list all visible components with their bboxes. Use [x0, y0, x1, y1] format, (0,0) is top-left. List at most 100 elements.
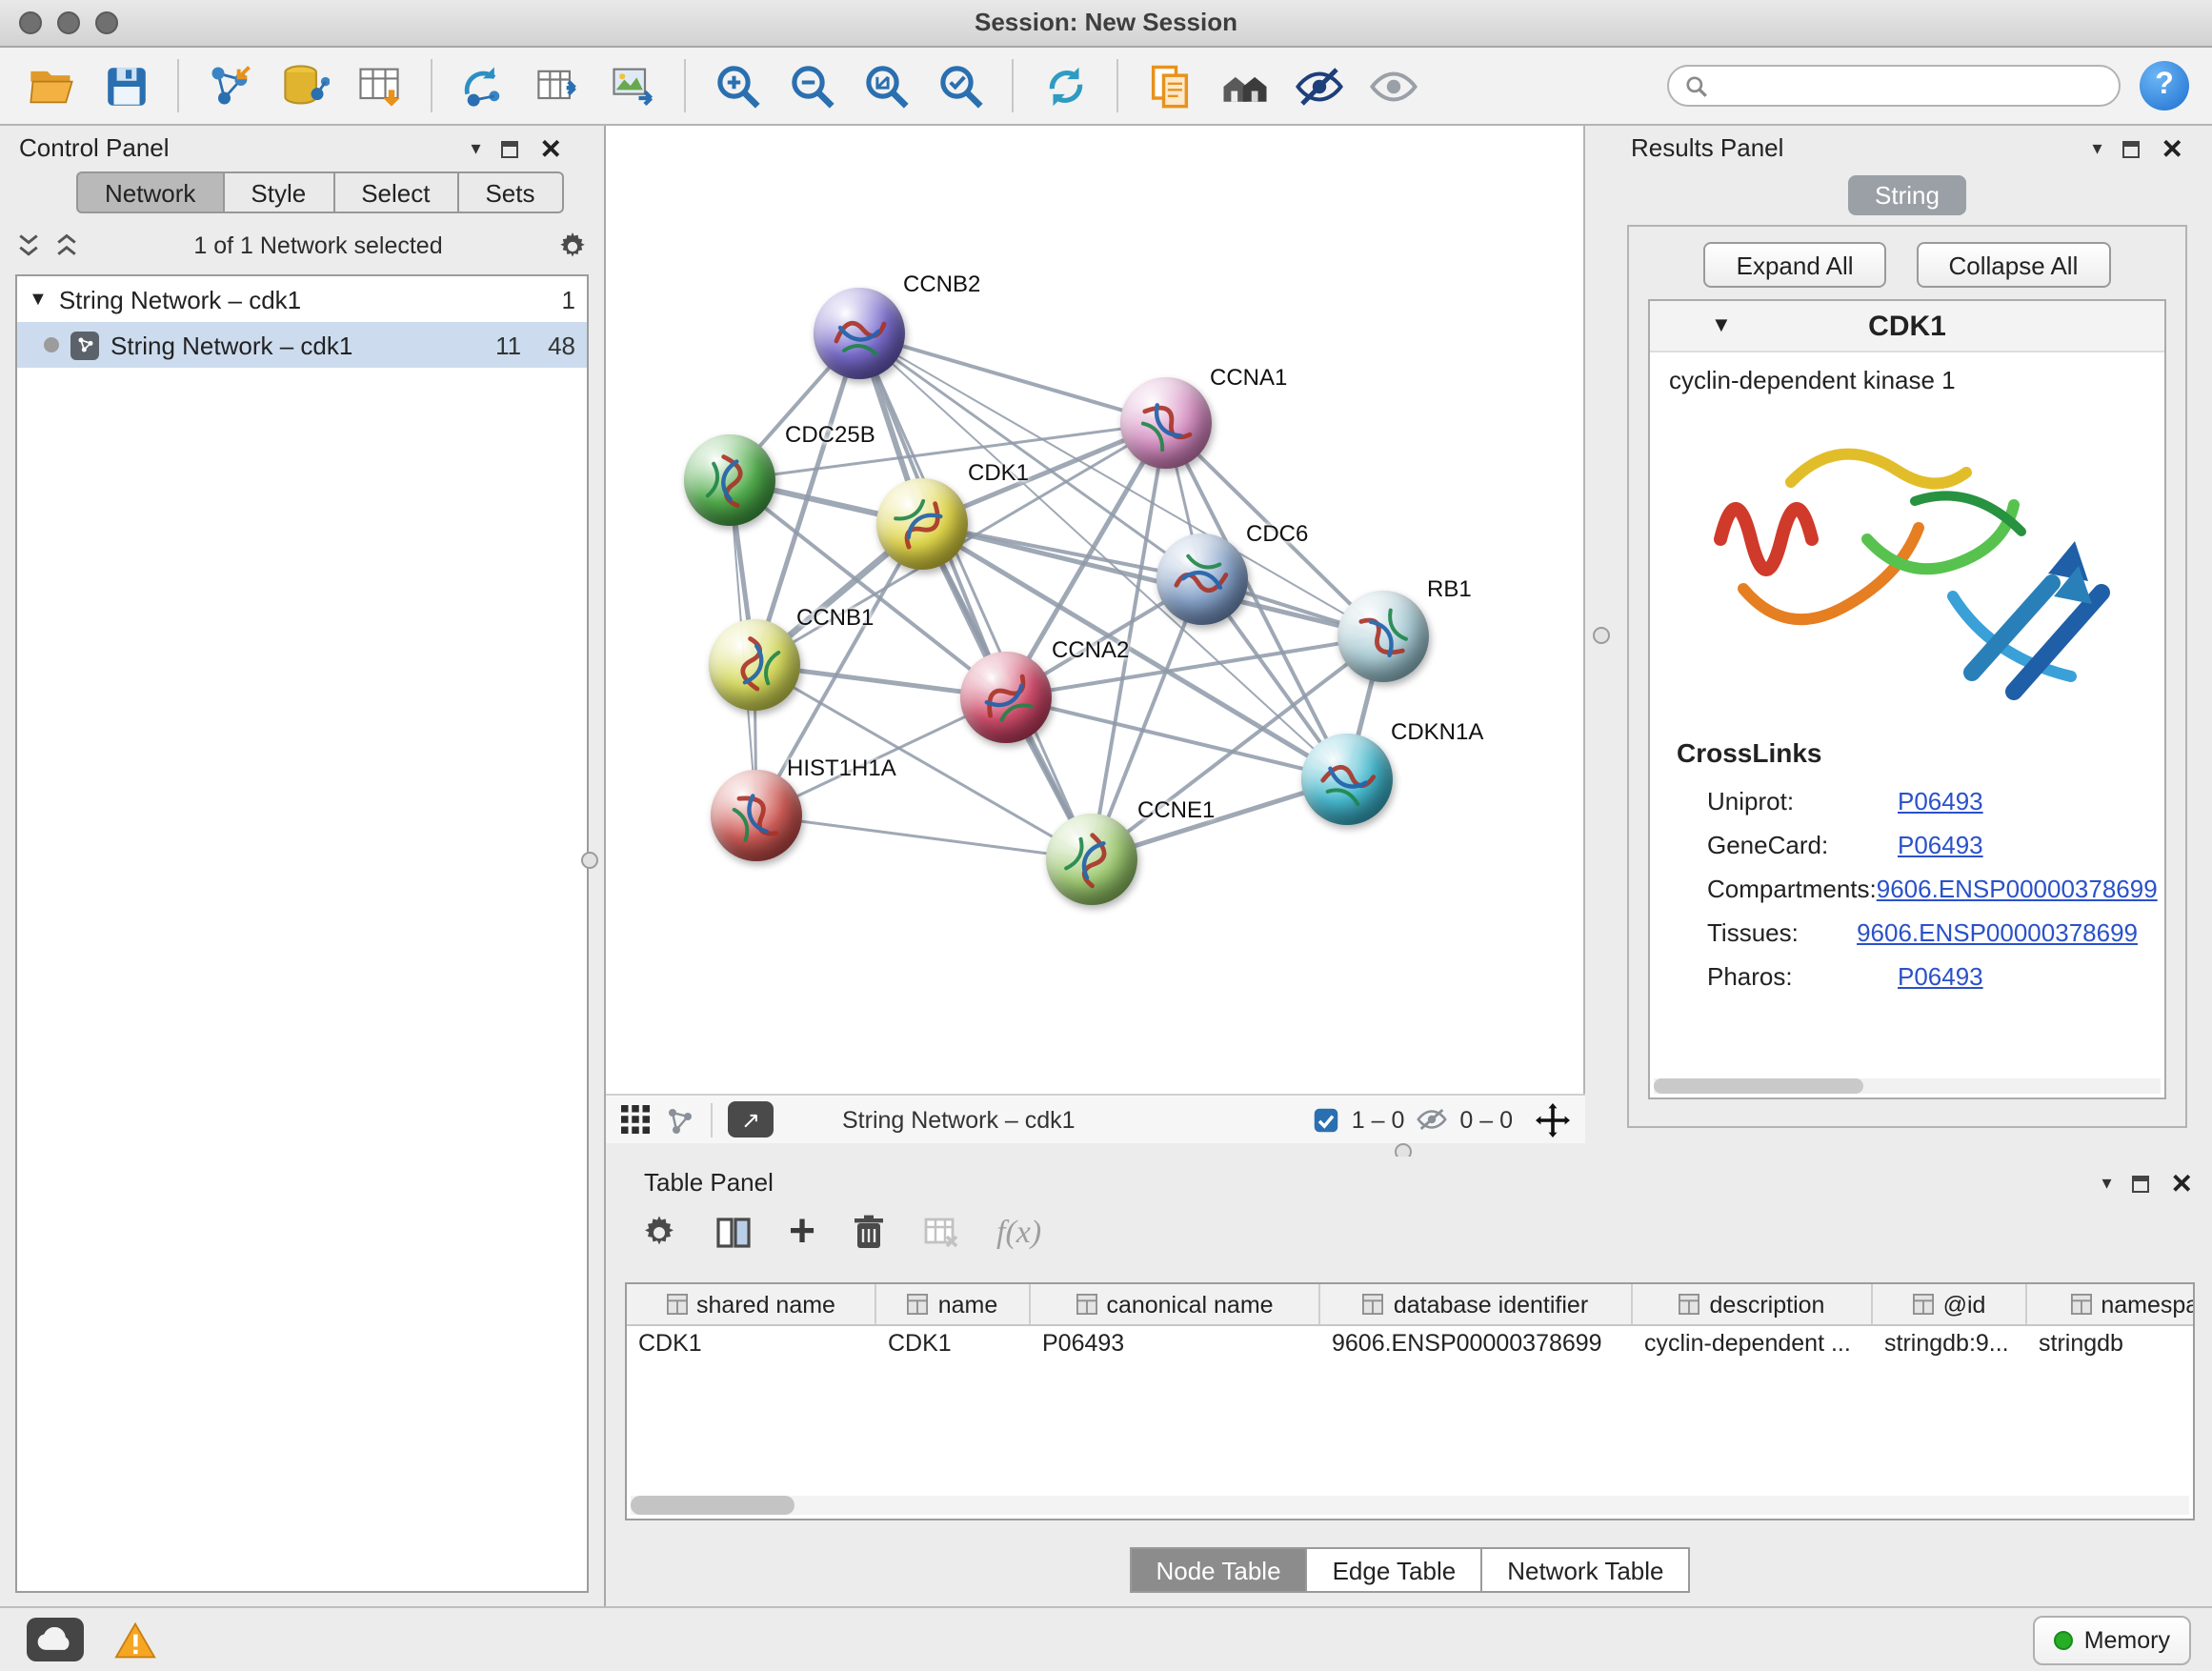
float-panel-icon[interactable]: [2133, 1175, 2150, 1192]
new-network-from-selection-icon[interactable]: [455, 57, 513, 114]
network-node-rb1[interactable]: [1337, 591, 1429, 682]
hidden-eye-icon: [1416, 1107, 1448, 1132]
column-header-database-identifier[interactable]: database identifier: [1320, 1284, 1633, 1324]
zoom-selected-icon[interactable]: [932, 57, 989, 114]
expand-all-tree-icon[interactable]: [15, 232, 42, 259]
window-title: Session: New Session: [0, 8, 2212, 36]
crosslink-value-link[interactable]: P06493: [1898, 831, 1983, 859]
control-panel: Control Panel ▾ ✕ NetworkStyleSelectSets…: [0, 126, 606, 1608]
create-column-icon[interactable]: +: [789, 1210, 815, 1256]
zoom-in-icon[interactable]: [709, 57, 766, 114]
network-collection-row[interactable]: ▼ String Network – cdk1 1: [17, 276, 587, 322]
float-panel-icon[interactable]: [2123, 140, 2141, 157]
tab-network-table[interactable]: Network Table: [1482, 1547, 1690, 1593]
tab-select[interactable]: Select: [334, 171, 458, 213]
show-columns-icon[interactable]: [714, 1214, 753, 1252]
network-canvas[interactable]: CCNB2CCNA1CDC25BCDK1CDC6RB1CCNB1CCNA2CDK…: [606, 126, 1585, 1094]
cloud-status-icon[interactable]: [27, 1618, 84, 1661]
expand-all-button[interactable]: Expand All: [1704, 242, 1886, 288]
network-node-ccnb1[interactable]: [709, 619, 800, 711]
copy-document-icon[interactable]: [1141, 57, 1198, 114]
fit-content-move-icon[interactable]: [1536, 1102, 1570, 1137]
collapse-panel-icon[interactable]: ▾: [471, 138, 480, 159]
collapse-all-button[interactable]: Collapse All: [1917, 242, 2111, 288]
crosslink-value-link[interactable]: P06493: [1898, 962, 1983, 991]
column-header-name[interactable]: name: [876, 1284, 1031, 1324]
network-node-hist1h1a[interactable]: [711, 770, 802, 861]
zoom-out-icon[interactable]: [783, 57, 840, 114]
import-network-from-database-icon[interactable]: [276, 57, 333, 114]
open-session-icon[interactable]: [23, 57, 80, 114]
crosslink-label: Uniprot:: [1707, 787, 1898, 815]
string-tab-badge[interactable]: String: [1848, 175, 1966, 215]
column-header-description[interactable]: description: [1633, 1284, 1873, 1324]
export-table-icon[interactable]: [530, 57, 587, 114]
network-row[interactable]: String Network – cdk1 11 48: [17, 322, 587, 368]
collapse-all-tree-icon[interactable]: [53, 232, 80, 259]
network-status-dot: [44, 337, 59, 352]
network-node-cdkn1a[interactable]: [1301, 734, 1393, 825]
search-field[interactable]: [1667, 65, 2121, 107]
import-table-icon[interactable]: [351, 57, 408, 114]
network-share-icon[interactable]: [665, 1104, 695, 1135]
memory-button[interactable]: Memory: [2033, 1616, 2191, 1665]
network-options-gear-icon[interactable]: [556, 230, 589, 262]
hide-selected-eye-icon[interactable]: [1290, 57, 1347, 114]
network-node-cdk1[interactable]: [876, 478, 968, 570]
save-session-icon[interactable]: [97, 57, 154, 114]
crosslink-label: Pharos:: [1707, 962, 1898, 991]
tree-expand-icon[interactable]: ▼: [29, 289, 48, 310]
network-node-cdc6[interactable]: [1156, 534, 1248, 625]
float-panel-icon[interactable]: [502, 140, 519, 157]
column-header-canonical-name[interactable]: canonical name: [1031, 1284, 1320, 1324]
close-panel-icon[interactable]: ✕: [540, 135, 562, 162]
network-node-label-hist1h1a: HIST1H1A: [787, 755, 896, 781]
home-icon[interactable]: [1216, 57, 1273, 114]
tab-network[interactable]: Network: [76, 171, 224, 213]
tab-edge-table[interactable]: Edge Table: [1308, 1547, 1483, 1593]
table-row[interactable]: CDK1CDK1P064939606.ENSP00000378699cyclin…: [627, 1326, 2193, 1362]
search-icon: [1684, 73, 1709, 98]
table-panel: Table Panel ▾ ✕ + f(x) shared namenameca…: [617, 1157, 2202, 1608]
crosslink-value-link[interactable]: P06493: [1898, 787, 1983, 815]
tab-sets[interactable]: Sets: [458, 171, 563, 213]
delete-column-trash-icon[interactable]: [852, 1214, 886, 1252]
network-node-ccna2[interactable]: [960, 652, 1052, 743]
collapse-section-icon[interactable]: ▼: [1711, 314, 1732, 337]
network-node-ccnb2[interactable]: [814, 288, 905, 379]
tab-node-table[interactable]: Node Table: [1129, 1547, 1307, 1593]
export-image-icon[interactable]: [604, 57, 661, 114]
network-node-cdc25b[interactable]: [684, 434, 775, 526]
network-node-ccna1[interactable]: [1120, 377, 1212, 469]
column-header-shared-name[interactable]: shared name: [627, 1284, 876, 1324]
tab-style[interactable]: Style: [224, 171, 334, 213]
collection-count: 1: [562, 285, 575, 313]
column-header-namespac[interactable]: namespac: [2027, 1284, 2195, 1324]
zoom-fit-icon[interactable]: [857, 57, 915, 114]
search-input[interactable]: [1719, 70, 2103, 101]
collapse-panel-icon[interactable]: ▾: [2101, 1173, 2111, 1194]
import-network-from-file-icon[interactable]: [202, 57, 259, 114]
refresh-layout-icon[interactable]: [1036, 57, 1094, 114]
open-view-in-window-button[interactable]: ↗: [728, 1101, 774, 1137]
network-tree: ▼ String Network – cdk1 1 String Network…: [15, 274, 589, 1593]
left-splitter-handle[interactable]: [581, 852, 598, 869]
network-node-ccne1[interactable]: [1046, 814, 1137, 905]
network-edge[interactable]: [922, 524, 1383, 636]
table-horizontal-scrollbar[interactable]: [631, 1496, 2189, 1515]
results-horizontal-scrollbar[interactable]: [1654, 1078, 2161, 1094]
birds-eye-view-icon[interactable]: [621, 1105, 650, 1134]
network-node-label-ccnb2: CCNB2: [903, 271, 980, 297]
table-options-gear-icon[interactable]: [640, 1214, 678, 1252]
network-view-title: String Network – cdk1: [842, 1106, 1076, 1133]
crosslink-value-link[interactable]: 9606.ENSP00000378699: [1877, 875, 2158, 903]
right-splitter-handle[interactable]: [1593, 627, 1610, 644]
close-panel-icon[interactable]: ✕: [2171, 1170, 2193, 1197]
close-panel-icon[interactable]: ✕: [2162, 135, 2183, 162]
crosslink-value-link[interactable]: 9606.ENSP00000378699: [1857, 918, 2138, 947]
column-header--id[interactable]: @id: [1873, 1284, 2027, 1324]
collapse-panel-icon[interactable]: ▾: [2092, 138, 2101, 159]
warning-icon[interactable]: [111, 1618, 160, 1661]
help-icon[interactable]: ?: [2140, 61, 2189, 111]
show-all-eye-icon[interactable]: [1364, 57, 1421, 114]
